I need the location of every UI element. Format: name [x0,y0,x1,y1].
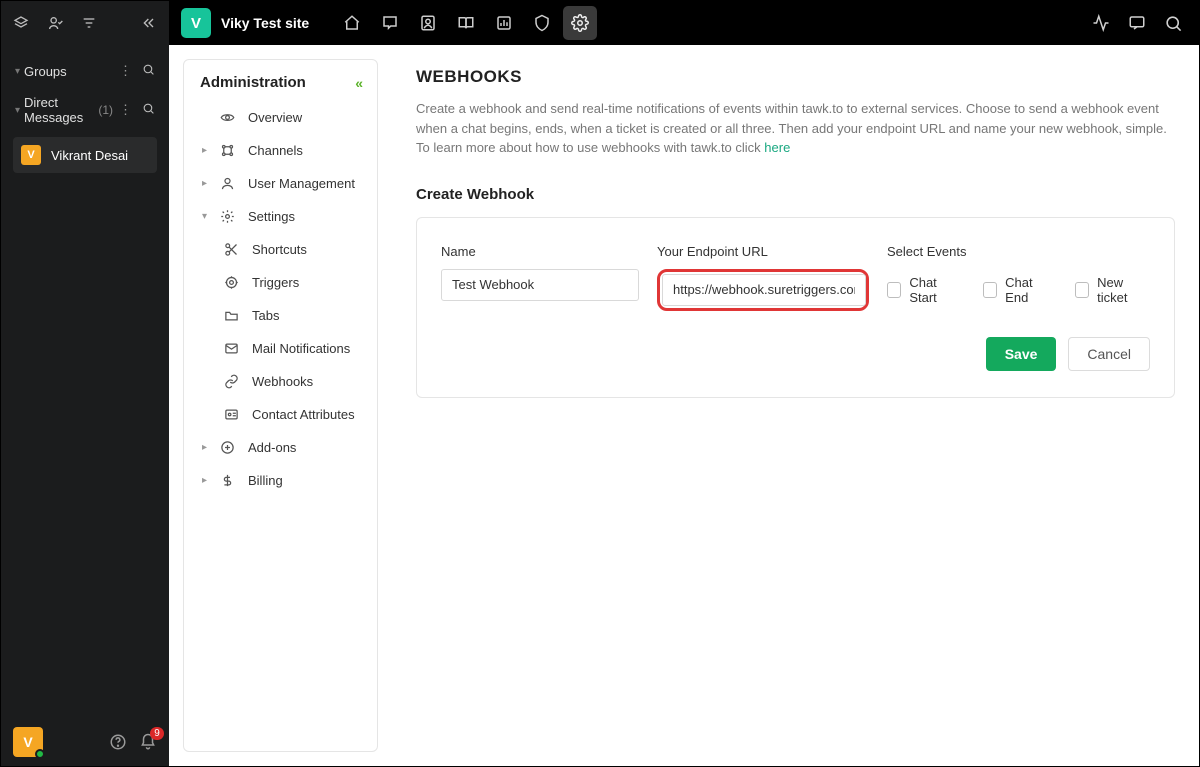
user-check-icon[interactable] [47,15,63,31]
search-icon[interactable] [1164,14,1183,33]
mail-icon [224,341,242,356]
name-label: Name [441,244,639,259]
addons-icon[interactable] [525,6,559,40]
admin-item-webhooks[interactable]: Webhooks [184,365,377,398]
admin-item-overview[interactable]: Overview [184,101,377,134]
admin-item-user-management[interactable]: ▸ User Management [184,167,377,200]
inbox-icon[interactable] [373,6,407,40]
id-icon [224,407,242,422]
avatar: V [21,145,41,165]
stack-icon[interactable] [13,15,29,31]
groups-label: Groups [24,64,67,79]
learn-more-link[interactable]: here [764,140,790,155]
dm-header[interactable]: ▾ Direct Messages (1) ⋮ [11,87,159,133]
events-label: Select Events [887,244,1150,259]
admin-heading: Administration [200,74,355,91]
main-content: WEBHOOKS Create a webhook and send real-… [392,45,1199,766]
site-avatar: V [181,8,211,38]
link-icon [224,374,242,389]
url-highlight [657,269,869,311]
folder-icon [224,308,242,323]
user-avatar[interactable]: V [13,727,43,757]
dm-count: (1) [98,103,113,117]
dm-label: Direct Messages [24,95,94,125]
contacts-icon[interactable] [411,6,445,40]
dark-sidebar-top [1,1,169,45]
help-icon[interactable] [109,733,127,751]
page-title: WEBHOOKS [416,67,1175,87]
collapse-left-icon[interactable] [141,15,157,31]
page-description: Create a webhook and send real-time noti… [416,99,1175,158]
admin-item-triggers[interactable]: Triggers [184,266,377,299]
channels-icon [220,143,238,158]
webhook-name-input[interactable] [441,269,639,301]
site-name: Viky Test site [221,15,309,31]
admin-sidebar: Administration « Overview ▸ Channels ▸ U… [183,59,378,752]
admin-item-contact-attributes[interactable]: Contact Attributes [184,398,377,431]
create-webhook-card: Name Your Endpoint URL Select Events [416,217,1175,398]
reports-icon[interactable] [487,6,521,40]
plus-circle-icon [220,440,238,455]
dm-item-vikrant[interactable]: V Vikrant Desai [13,137,157,173]
admin-item-channels[interactable]: ▸ Channels [184,134,377,167]
admin-item-tabs[interactable]: Tabs [184,299,377,332]
users-icon [220,176,238,191]
cancel-button[interactable]: Cancel [1068,337,1150,371]
scissors-icon [224,242,242,257]
topbar: V Viky Test site [169,1,1199,45]
checkbox-chat-end[interactable]: Chat End [983,275,1053,305]
notifications-badge: 9 [150,727,164,740]
checkbox-new-ticket[interactable]: New ticket [1075,275,1150,305]
nav-icons [335,6,597,40]
chat-icon[interactable] [1128,14,1146,32]
site-chip[interactable]: V Viky Test site [181,8,309,38]
url-label: Your Endpoint URL [657,244,869,259]
settings-icon[interactable] [563,6,597,40]
filter-icon[interactable] [81,15,97,31]
groups-header[interactable]: ▾Groups ⋮ [11,55,159,87]
knowledge-icon[interactable] [449,6,483,40]
home-icon[interactable] [335,6,369,40]
search-icon[interactable] [142,63,155,79]
endpoint-url-input[interactable] [662,274,866,306]
collapse-admin-icon[interactable]: « [355,75,363,91]
dm-item-name: Vikrant Desai [51,148,128,163]
notifications-icon[interactable]: 9 [139,733,157,751]
dollar-icon [220,473,238,488]
search-icon[interactable] [142,102,155,118]
admin-item-billing[interactable]: ▸ Billing [184,464,377,497]
presence-dot [35,749,45,759]
activity-icon[interactable] [1092,14,1110,32]
admin-item-shortcuts[interactable]: Shortcuts [184,233,377,266]
left-dark-sidebar: ▾Groups ⋮ ▾ Direct Messages (1) ⋮ V Vikr… [1,1,169,766]
save-button[interactable]: Save [986,337,1057,371]
topbar-right [1092,14,1187,33]
admin-item-addons[interactable]: ▸ Add-ons [184,431,377,464]
kebab-icon[interactable]: ⋮ [119,63,132,79]
create-webhook-title: Create Webhook [416,186,1175,203]
checkbox-chat-start[interactable]: Chat Start [887,275,961,305]
overview-icon [220,110,238,125]
gear-icon [220,209,238,224]
target-icon [224,275,242,290]
dark-sidebar-bottom: V 9 [1,718,169,766]
admin-item-mail-notifications[interactable]: Mail Notifications [184,332,377,365]
kebab-icon[interactable]: ⋮ [119,102,132,118]
admin-item-settings[interactable]: ▾ Settings [184,200,377,233]
